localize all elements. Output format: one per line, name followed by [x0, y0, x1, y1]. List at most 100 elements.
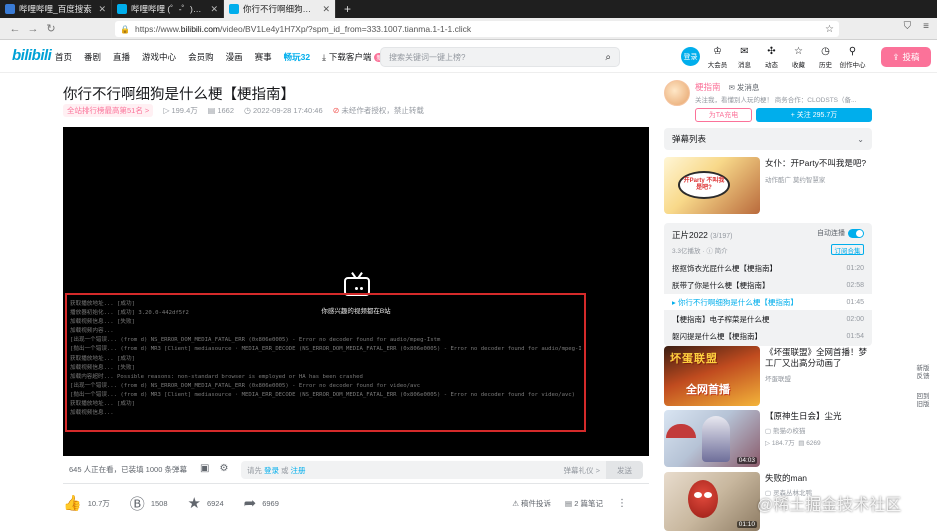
- nav-hot-event[interactable]: 畅玩32: [284, 51, 310, 63]
- danmaku-icon: ▤: [207, 106, 216, 115]
- nav-home[interactable]: 首页: [55, 51, 72, 63]
- browser-tab-video[interactable]: 你行不行啊细狗是什么梗 ✕: [224, 0, 336, 18]
- follow-button[interactable]: + 关注 295.7万: [756, 108, 872, 122]
- recommended-video[interactable]: 开Party 不叫我 是吧? 女仆：开Party不叫我是吧? 动作酷广 莫约智慧…: [664, 157, 872, 214]
- star-icon: ★: [187, 495, 201, 512]
- share-arrow-icon: ➦: [243, 495, 257, 512]
- nav-favorites[interactable]: ☆ 收藏: [785, 45, 812, 69]
- notes-button[interactable]: ▤ 2 篇笔记: [565, 498, 603, 509]
- error-log-line: 加载内容超时... Possible reasons: non-standard…: [70, 373, 363, 380]
- coin-button[interactable]: Ⓑ 1508: [130, 493, 168, 514]
- back-arrow-icon[interactable]: ←: [6, 23, 24, 35]
- share-button[interactable]: ➦ 6969: [244, 494, 279, 512]
- nav-game[interactable]: 游戏中心: [142, 51, 176, 63]
- nav-history[interactable]: ◷ 历史: [812, 45, 839, 69]
- danmaku-login-link[interactable]: 登录: [264, 465, 279, 476]
- playlist-item[interactable]: 躯闪提是什么梗【梗指南】 01:54: [664, 328, 872, 344]
- menu-icon[interactable]: ≡: [923, 21, 929, 32]
- search-icon[interactable]: ⌕: [605, 52, 611, 63]
- recommended-video-title[interactable]: 失败的man: [765, 473, 871, 484]
- back-to-old-version-link[interactable]: 回到旧版: [914, 393, 932, 409]
- browser-tab-baidu[interactable]: 哔哩哔哩_百度搜索 ✕: [0, 0, 112, 18]
- clock-icon: ◷: [244, 106, 251, 115]
- error-log-line: 获取播放地址... [成功]: [70, 355, 135, 362]
- danmaku-toggles: ▣ ⚙: [200, 463, 228, 474]
- uploader-avatar[interactable]: [664, 80, 690, 106]
- forward-arrow-icon[interactable]: →: [24, 23, 42, 35]
- uploader-description: 关注我，看懂別人玩的梗！ 商务合作：CLODSTS（备...: [695, 97, 857, 104]
- playlist-item[interactable]: 【梗指南】电子榨菜是什么梗 02:00: [664, 311, 872, 327]
- recommended-video-author[interactable]: ▢ 熊猫の校猫: [765, 425, 805, 435]
- bookmark-star-icon[interactable]: ☆: [825, 24, 834, 35]
- upload-button[interactable]: ⇪ 投稿: [881, 47, 931, 67]
- video-actions-right: ⚠ 稿件投诉 ▤ 2 篇笔记 ⋮: [512, 498, 627, 509]
- nav-download-client[interactable]: ⤓下载客户端新: [322, 51, 385, 63]
- danmaku-list-header[interactable]: 弹幕列表 ⌄: [664, 128, 872, 150]
- uploader-name[interactable]: 梗指南: [695, 82, 721, 92]
- play-count-icon: ▷: [765, 440, 770, 447]
- danmaku-etiquette-link[interactable]: 弹幕礼仪 >: [564, 465, 600, 476]
- recommended-video[interactable]: 坏蛋联盟 全网首播 《坏蛋联盟》全网首播！梦工厂又出高分动画了 坏蛋联盟: [664, 346, 872, 406]
- nav-creator-center[interactable]: ⚲ 创作中心: [839, 45, 866, 69]
- subscribe-collection-button[interactable]: 订阅合集: [831, 244, 864, 255]
- address-bar[interactable]: 🔒 https://www.bilibili.com/video/BV1Le4y…: [115, 21, 839, 37]
- error-log-line: [抛出一个错误... (from d) MR3 [Client] mediaso…: [70, 391, 576, 398]
- video-thumbnail[interactable]: 01:10: [664, 472, 760, 531]
- recommended-video-title[interactable]: 《坏蛋联盟》全网首播！梦工厂又出高分动画了: [765, 347, 871, 369]
- video-thumbnail[interactable]: 开Party 不叫我 是吧?: [664, 157, 760, 214]
- nav-esports[interactable]: 赛事: [255, 51, 272, 63]
- reload-icon[interactable]: ↻: [42, 22, 60, 35]
- autoplay-toggle[interactable]: 自动连播: [817, 228, 864, 238]
- danmaku-settings-icon[interactable]: ⚙: [219, 463, 228, 474]
- danmaku-register-link[interactable]: 注册: [291, 465, 306, 476]
- playlist-item[interactable]: 抠抠饰衣光屁什么梗【梗指南】 01:20: [664, 260, 872, 276]
- player-error-log: 获取播放地址... [成功] 播放器初始化... [成功] 3.20.0-442…: [65, 293, 586, 432]
- toggle-switch[interactable]: [848, 228, 864, 238]
- chevron-down-icon[interactable]: ⌄: [857, 135, 864, 144]
- video-meta: 全站排行榜最高第51名 > ▷ 199.4万 ▤ 1662 ◷ 2022-09-28 …: [63, 104, 424, 117]
- recommended-video-title[interactable]: 女仆：开Party不叫我是吧?: [765, 158, 871, 169]
- like-button[interactable]: 👍 10.7万: [63, 494, 110, 512]
- nav-anime[interactable]: 番剧: [84, 51, 101, 63]
- playlist-item[interactable]: 朕带了你是什么梗【梗指南】 02:58: [664, 277, 872, 293]
- video-actions: 👍 10.7万 Ⓑ 1508 ★ 6924 ➦ 6969 ⚠ 稿件投诉 ▤ 2 篇笔记 …: [63, 492, 649, 514]
- close-tab-icon[interactable]: ✕: [210, 4, 218, 15]
- browser-tab-bilibili-home[interactable]: 哔哩哔哩 (゜-゜)つロ 干杯 ✕: [112, 0, 224, 18]
- nav-manga[interactable]: 漫画: [226, 51, 243, 63]
- error-log-line: [抛出一个错误... (from d) MR3 [Client] mediaso…: [70, 346, 581, 353]
- error-log-line: 加载视频信息... [失败]: [70, 364, 135, 371]
- close-tab-icon[interactable]: ✕: [322, 4, 330, 15]
- more-options-icon[interactable]: ⋮: [617, 498, 627, 509]
- nav-mall[interactable]: 会员购: [188, 51, 214, 63]
- danmaku-send-button[interactable]: 发送: [606, 461, 643, 479]
- rank-badge[interactable]: 全站排行榜最高第51名 >: [63, 104, 154, 117]
- playlist-item-current[interactable]: ▸ 你行不行啊细狗是什么梗【梗指南】 01:45: [664, 294, 872, 310]
- dynamic-icon: ✣: [767, 46, 776, 57]
- nav-dynamic[interactable]: ✣ 动态: [758, 45, 785, 69]
- nav-live[interactable]: 直播: [113, 51, 130, 63]
- bilibili-logo[interactable]: bilibili: [12, 47, 52, 64]
- video-player[interactable]: 你感兴趣的视频都在B站 获取播放地址... [成功] 播放器初始化... [成功…: [63, 127, 649, 456]
- feedback-link[interactable]: 新版反馈: [914, 365, 932, 381]
- nav-messages[interactable]: ✉ 消息: [731, 45, 758, 69]
- lock-icon: 🔒: [120, 24, 130, 34]
- login-avatar-button[interactable]: 登录: [681, 47, 700, 66]
- recommended-video[interactable]: 04:03 【原神生日会】尘光 ▢ 熊猫の校猫 ▷ 184.7万 ▤ 6269: [664, 410, 872, 467]
- url-text[interactable]: https://www.bilibili.com/video/BV1Le4y1H…: [135, 24, 825, 34]
- video-thumbnail[interactable]: 04:03: [664, 410, 760, 467]
- send-message-link[interactable]: ✉ 发消息: [729, 83, 760, 92]
- mail-icon: ✉: [740, 46, 749, 57]
- close-tab-icon[interactable]: ✕: [98, 4, 106, 15]
- recommended-video-author[interactable]: 坏蛋联盟: [765, 373, 791, 383]
- nav-vip[interactable]: ♔ 大会员: [704, 45, 731, 69]
- report-button[interactable]: ⚠ 稿件投诉: [512, 498, 551, 509]
- search-input[interactable]: 搜索关键词一键上榜? ⌕: [380, 47, 620, 67]
- danmaku-input[interactable]: 请先 登录 或 注册 弹幕礼仪 >: [241, 461, 606, 479]
- video-thumbnail[interactable]: 坏蛋联盟 全网首播: [664, 346, 760, 406]
- favorite-button[interactable]: ★ 6924: [188, 494, 224, 512]
- recommended-video-title[interactable]: 【原神生日会】尘光: [765, 411, 871, 422]
- charge-button[interactable]: 为TA充电: [695, 108, 752, 122]
- danmaku-toggle-icon[interactable]: ▣: [200, 463, 209, 474]
- new-tab-button[interactable]: +: [336, 0, 359, 18]
- pocket-icon[interactable]: ⛉: [904, 21, 912, 32]
